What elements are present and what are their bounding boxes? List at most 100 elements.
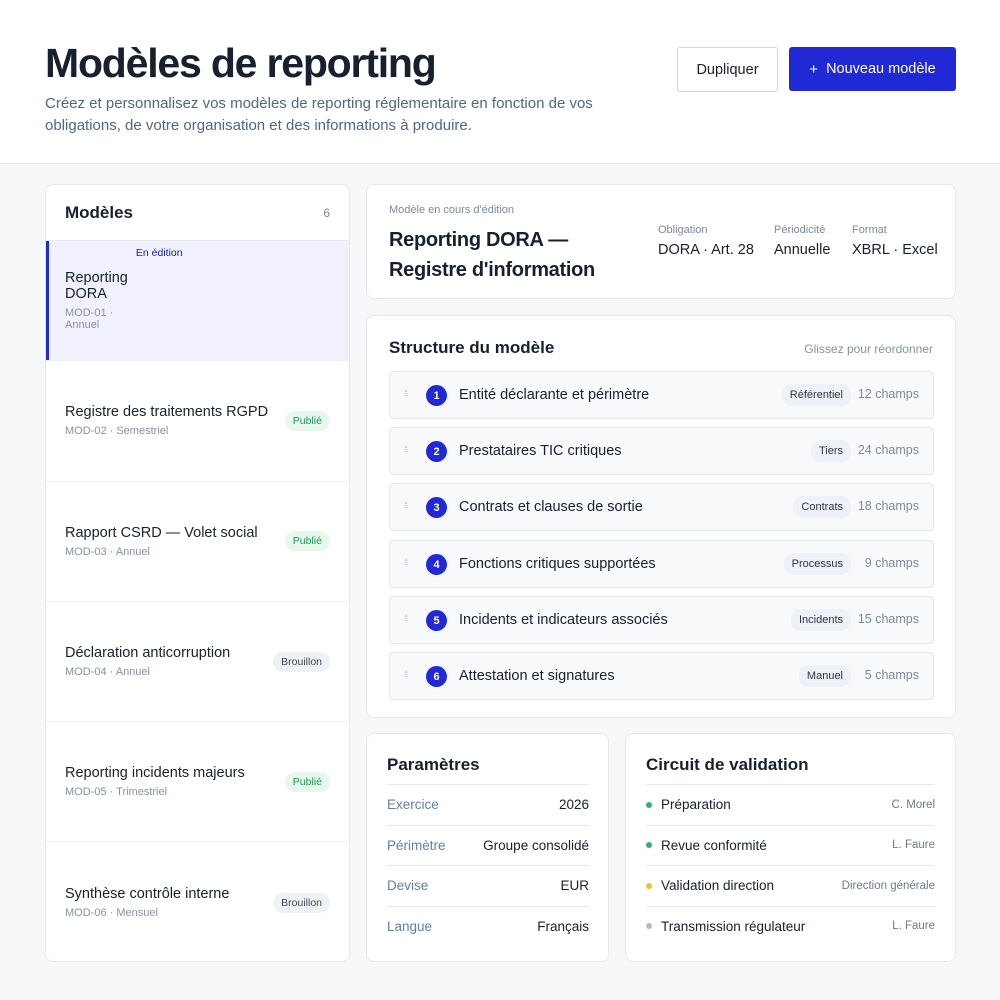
parameters-panel: Paramètres Exercice 2026 Périmètre Group… bbox=[366, 733, 609, 962]
model-name: Rapport CSRD — Volet social bbox=[65, 524, 258, 541]
model-item-incidents[interactable]: Reporting incidents majeurs MOD-05 · Trim… bbox=[46, 722, 349, 843]
structure-panel: Structure du modèle Glissez pour réordon… bbox=[366, 315, 956, 718]
validation-title: Circuit de validation bbox=[646, 755, 809, 774]
model-meta: MOD-04 · Annuel bbox=[65, 666, 150, 679]
section-name: Attestation et signatures bbox=[459, 668, 615, 684]
section-number: 4 bbox=[426, 554, 447, 575]
models-count: 6 bbox=[323, 205, 330, 220]
step-name: Préparation bbox=[661, 797, 731, 813]
section-row[interactable]: ⁞⁞ 3 Contrats et clauses de sortie Contr… bbox=[389, 483, 934, 531]
status-dot-icon bbox=[646, 882, 652, 889]
format-value: XBRL · Excel bbox=[852, 242, 938, 258]
param-row-devise: Devise EUR bbox=[387, 865, 589, 906]
section-field-count: 12 champs bbox=[857, 387, 919, 401]
section-field-count: 24 champs bbox=[857, 443, 919, 457]
period-label: Périodicité bbox=[774, 224, 826, 236]
section-name: Prestataires TIC critiques bbox=[459, 443, 622, 459]
editing-kicker: Modèle en cours d'édition bbox=[389, 204, 515, 216]
step-owner: L. Faure bbox=[892, 920, 935, 933]
param-key: Périmètre bbox=[387, 837, 446, 853]
models-panel: Modèles 6 Reporting DORA MOD-01 · Annuel … bbox=[45, 184, 350, 962]
drag-handle-icon[interactable]: ⁞⁞ bbox=[404, 614, 408, 623]
validation-step: Validation direction Direction générale bbox=[646, 865, 935, 906]
status-dot-icon bbox=[646, 801, 652, 808]
param-value[interactable]: Groupe consolidé bbox=[483, 838, 589, 853]
model-name: Reporting incidents majeurs bbox=[65, 765, 245, 782]
section-name: Contrats et clauses de sortie bbox=[459, 499, 643, 515]
section-number: 5 bbox=[426, 610, 447, 631]
section-name: Incidents et indicateurs associés bbox=[459, 612, 668, 628]
drag-handle-icon[interactable]: ⁞⁞ bbox=[404, 389, 408, 398]
validation-step: Préparation C. Morel bbox=[646, 784, 935, 825]
status-dot-icon bbox=[646, 842, 652, 849]
model-meta: MOD-02 · Semestriel bbox=[65, 425, 169, 438]
drag-handle-icon[interactable]: ⁞⁞ bbox=[404, 445, 408, 454]
model-item-reporting-dora[interactable]: Reporting DORA MOD-01 · Annuel En édition bbox=[46, 241, 349, 362]
model-item-rgpd[interactable]: Registre des traitements RGPD MOD-02 · Se… bbox=[46, 361, 349, 482]
model-name: Registre des traitements RGPD bbox=[65, 404, 269, 421]
section-tag: Manuel bbox=[798, 665, 851, 687]
page-header: Modèles de reporting Créez et personnali… bbox=[0, 0, 1000, 164]
editing-title: Reporting DORA — Registre d'information bbox=[389, 229, 595, 281]
structure-hint: Glissez pour réordonner bbox=[804, 342, 933, 356]
editing-summary: Modèle en cours d'édition Reporting DORA… bbox=[366, 184, 956, 299]
section-row[interactable]: ⁞⁞ 2 Prestataires TIC critiques Tiers 24… bbox=[389, 427, 934, 475]
status-badge: Brouillon bbox=[273, 651, 330, 672]
section-tag: Contrats bbox=[793, 496, 851, 518]
param-value[interactable]: Français bbox=[537, 919, 589, 934]
validation-step: Transmission régulateur L. Faure bbox=[646, 905, 935, 947]
page-subtitle: Créez et personnalisez vos modèles de re… bbox=[45, 95, 593, 134]
period-value: Annuelle bbox=[774, 242, 831, 258]
status-badge: En édition bbox=[135, 247, 183, 260]
param-value[interactable]: 2026 bbox=[559, 797, 589, 812]
model-name: Synthèse contrôle interne bbox=[65, 886, 230, 903]
section-row[interactable]: ⁞⁞ 4 Fonctions critiques supportées Proc… bbox=[389, 540, 934, 588]
model-item-controle-interne[interactable]: Synthèse contrôle interne MOD-06 · Mensue… bbox=[46, 842, 349, 961]
section-row[interactable]: ⁞⁞ 6 Attestation et signatures Manuel 5 … bbox=[389, 652, 934, 700]
section-number: 6 bbox=[426, 666, 447, 687]
section-field-count: 9 champs bbox=[864, 556, 919, 570]
status-badge: Publié bbox=[284, 771, 330, 792]
models-title: Modèles bbox=[65, 202, 134, 222]
section-name: Fonctions critiques supportées bbox=[459, 556, 656, 572]
obligation-meta: Obligation DORA · Art. 28 bbox=[658, 224, 754, 258]
validation-step: Revue conformité L. Faure bbox=[646, 824, 935, 866]
model-meta: MOD-03 · Annuel bbox=[65, 545, 150, 558]
obligation-value: DORA · Art. 28 bbox=[658, 242, 754, 258]
status-badge: Brouillon bbox=[273, 892, 330, 913]
model-item-csrd[interactable]: Rapport CSRD — Volet social MOD-03 · Annu… bbox=[46, 482, 349, 602]
section-number: 3 bbox=[426, 497, 447, 518]
duplicate-button[interactable]: Dupliquer bbox=[677, 47, 778, 92]
model-item-anticorruption[interactable]: Déclaration anticorruption MOD-04 · Annue… bbox=[46, 602, 349, 723]
page-title: Modèles de reporting bbox=[45, 40, 437, 86]
section-field-count: 5 champs bbox=[864, 668, 919, 682]
drag-handle-icon[interactable]: ⁞⁞ bbox=[404, 670, 408, 679]
models-header: Modèles 6 bbox=[46, 185, 349, 241]
model-meta: MOD-01 · Annuel bbox=[65, 307, 114, 332]
validation-panel: Circuit de validation Préparation C. Mor… bbox=[625, 733, 956, 962]
drag-handle-icon[interactable]: ⁞⁞ bbox=[404, 501, 408, 510]
section-number: 1 bbox=[426, 385, 447, 406]
section-tag: Référentiel bbox=[781, 384, 851, 406]
step-owner: L. Faure bbox=[892, 839, 935, 852]
model-name: Reporting DORA bbox=[65, 270, 128, 303]
step-owner: Direction générale bbox=[841, 879, 935, 892]
format-meta: Format XBRL · Excel bbox=[852, 224, 938, 258]
step-owner: C. Morel bbox=[891, 798, 935, 811]
status-badge: Publié bbox=[284, 410, 330, 431]
section-field-count: 18 champs bbox=[857, 499, 919, 513]
new-model-label: Nouveau modèle bbox=[826, 61, 936, 77]
section-row[interactable]: ⁞⁞ 1 Entité déclarante et périmètre Réfé… bbox=[389, 371, 934, 419]
section-row[interactable]: ⁞⁞ 5 Incidents et indicateurs associés I… bbox=[389, 596, 934, 644]
section-number: 2 bbox=[426, 441, 447, 462]
new-model-button[interactable]: + Nouveau modèle bbox=[789, 47, 956, 91]
step-name: Validation direction bbox=[661, 878, 775, 894]
param-key: Exercice bbox=[387, 797, 439, 813]
drag-handle-icon[interactable]: ⁞⁞ bbox=[404, 558, 408, 567]
param-value[interactable]: EUR bbox=[560, 878, 589, 893]
section-tag: Processus bbox=[783, 553, 851, 575]
step-name: Transmission régulateur bbox=[661, 918, 806, 934]
obligation-label: Obligation bbox=[658, 224, 708, 236]
section-field-count: 15 champs bbox=[857, 612, 919, 626]
status-badge: Publié bbox=[284, 531, 330, 552]
